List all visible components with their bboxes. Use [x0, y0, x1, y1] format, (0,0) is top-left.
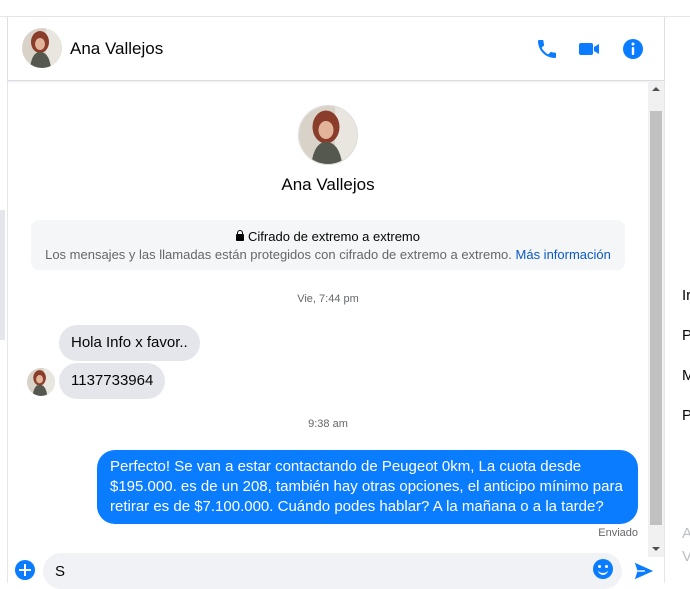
encryption-title: Cifrado de extremo a extremo	[248, 229, 420, 244]
outgoing-message[interactable]: Perfecto! Se van a estar contactando de …	[97, 450, 638, 524]
info-icon[interactable]	[621, 37, 645, 61]
scroll-up-arrow-icon[interactable]	[648, 81, 664, 97]
scrollbar-thumb[interactable]	[650, 111, 662, 525]
right-panel-letter: P	[682, 407, 690, 424]
incoming-message[interactable]: 1137733964	[59, 363, 166, 399]
chat-window: Ana Vallejos Ana Vallejos Cifrado de ext…	[7, 17, 665, 589]
message-scrollbar[interactable]	[648, 81, 664, 557]
chat-header: Ana Vallejos	[8, 17, 664, 81]
send-icon[interactable]	[633, 560, 655, 582]
encryption-notice: Cifrado de extremo a extremo Los mensaje…	[31, 220, 625, 270]
video-camera-icon[interactable]	[577, 37, 601, 61]
contact-avatar[interactable]	[22, 28, 62, 68]
plus-icon[interactable]	[15, 560, 35, 580]
profile-avatar[interactable]	[298, 105, 358, 165]
right-panel-letter: P	[682, 327, 690, 344]
timestamp: Vie, 7:44 pm	[297, 293, 359, 305]
right-panel-letter: Ir	[682, 287, 690, 304]
browser-top-bar	[0, 0, 690, 17]
encryption-body: Los mensajes y las llamadas están proteg…	[45, 247, 512, 262]
right-panel-letter: A	[682, 525, 690, 542]
phone-icon[interactable]	[535, 37, 559, 61]
sent-status: Enviado	[598, 527, 638, 539]
composer	[8, 551, 664, 589]
left-panel-edge	[0, 210, 5, 340]
right-panel-letter: V	[682, 548, 690, 565]
message-input[interactable]	[43, 553, 622, 589]
incoming-message[interactable]: Hola Info x favor..	[59, 325, 200, 361]
emoji-icon[interactable]	[593, 559, 613, 579]
lock-icon	[236, 230, 245, 241]
timestamp: 9:38 am	[308, 418, 348, 430]
more-info-link[interactable]: Más información	[516, 247, 611, 262]
sender-avatar[interactable]	[27, 368, 55, 396]
message-list[interactable]: Ana Vallejos Cifrado de extremo a extrem…	[8, 81, 648, 549]
contact-name[interactable]: Ana Vallejos	[70, 39, 163, 59]
profile-name: Ana Vallejos	[281, 175, 375, 194]
right-panel-letter: M	[682, 367, 690, 384]
